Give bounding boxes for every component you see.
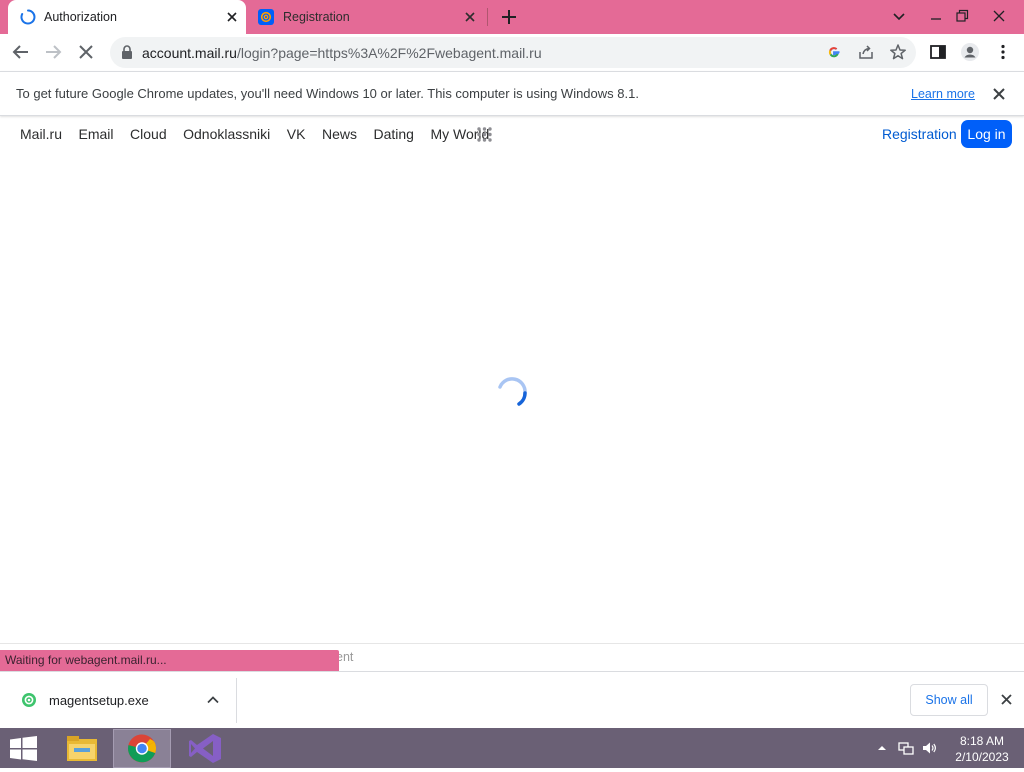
tab-divider xyxy=(487,8,488,26)
address-bar[interactable]: account.mail.ru/login?page=https%3A%2F%2… xyxy=(110,37,916,68)
clock-time: 8:18 AM xyxy=(959,734,1005,748)
registration-link[interactable]: Registration xyxy=(882,126,957,142)
chevron-up-icon[interactable] xyxy=(205,692,221,708)
shelf-divider xyxy=(236,678,237,723)
taskbar-visual-studio[interactable] xyxy=(177,730,233,767)
taskbar-file-explorer[interactable] xyxy=(54,730,110,767)
volume-icon[interactable] xyxy=(921,740,937,756)
infobar-message: To get future Google Chrome updates, you… xyxy=(16,86,639,101)
login-button[interactable]: Log in xyxy=(961,120,1012,148)
visual-studio-icon xyxy=(189,734,221,763)
tab-registration[interactable]: Registration xyxy=(252,0,488,34)
close-shelf-icon[interactable] xyxy=(998,691,1015,708)
forward-arrow-icon[interactable] xyxy=(43,42,63,62)
windows-taskbar: 8:18 AM 2/10/2023 xyxy=(0,728,1024,768)
nav-link-cloud[interactable]: Cloud xyxy=(130,126,167,142)
loading-spinner-icon xyxy=(20,9,36,25)
close-tab-icon[interactable] xyxy=(224,9,240,25)
taskbar-chrome[interactable] xyxy=(113,729,171,768)
download-filename[interactable]: magentsetup.exe xyxy=(49,693,149,708)
learn-more-link[interactable]: Learn more xyxy=(911,87,975,101)
mailru-portal-nav: Mail.ru Email Cloud Odnoklassniki VK New… xyxy=(0,117,1024,151)
url-path: /login?page=https%3A%2F%2Fwebagent.mail.… xyxy=(236,45,542,61)
portal-links: Mail.ru Email Cloud Odnoklassniki VK New… xyxy=(20,126,506,142)
close-tab-icon[interactable] xyxy=(462,9,478,25)
nav-link-vk[interactable]: VK xyxy=(287,126,306,142)
bookmark-star-icon[interactable] xyxy=(889,43,907,61)
download-file-icon[interactable] xyxy=(21,692,37,708)
clock-date: 2/10/2023 xyxy=(955,750,1009,764)
download-shelf: magentsetup.exe Show all xyxy=(0,671,1024,728)
close-window-icon[interactable] xyxy=(989,6,1009,26)
tab-label: Authorization xyxy=(44,10,117,24)
folder-icon xyxy=(67,736,97,761)
mailru-at-icon xyxy=(258,9,274,25)
side-panel-icon[interactable] xyxy=(928,42,948,62)
browser-toolbar: account.mail.ru/login?page=https%3A%2F%2… xyxy=(0,34,1024,71)
nav-link-news[interactable]: News xyxy=(322,126,357,142)
tab-authorization[interactable]: Authorization xyxy=(8,0,246,34)
new-tab-icon[interactable] xyxy=(499,7,519,27)
back-arrow-icon[interactable] xyxy=(11,42,31,62)
tab-search-chevron-icon[interactable] xyxy=(889,6,909,26)
chrome-icon xyxy=(128,734,157,763)
nav-link-mailru[interactable]: Mail.ru xyxy=(20,126,62,142)
nav-link-odnoklassniki[interactable]: Odnoklassniki xyxy=(183,126,270,142)
profile-avatar-icon[interactable] xyxy=(960,42,980,62)
network-icon[interactable] xyxy=(898,740,914,756)
restore-icon[interactable] xyxy=(952,6,972,26)
show-all-button[interactable]: Show all xyxy=(910,684,988,716)
show-hidden-icons-icon[interactable] xyxy=(874,740,890,756)
tab-strip: Authorization Registration xyxy=(0,0,1024,34)
all-projects-grid-icon[interactable] xyxy=(477,127,492,142)
update-infobar: To get future Google Chrome updates, you… xyxy=(0,71,1024,116)
close-infobar-icon[interactable] xyxy=(990,85,1008,103)
system-clock[interactable]: 8:18 AM 2/10/2023 xyxy=(948,733,1016,765)
url-text: account.mail.ru/login?page=https%3A%2F%2… xyxy=(142,45,542,61)
google-lens-icon[interactable] xyxy=(825,43,843,61)
windows-start-icon[interactable] xyxy=(9,736,38,761)
share-icon[interactable] xyxy=(857,43,875,61)
url-host: account.mail.ru xyxy=(142,45,237,61)
page-loading-spinner-icon xyxy=(498,377,527,406)
nav-link-dating[interactable]: Dating xyxy=(373,126,413,142)
minimize-icon[interactable] xyxy=(926,6,946,26)
tab-label: Registration xyxy=(283,10,350,24)
status-bubble: Waiting for webagent.mail.ru... xyxy=(0,650,339,671)
lock-icon[interactable] xyxy=(120,45,134,59)
nav-link-email[interactable]: Email xyxy=(79,126,114,142)
stop-loading-icon[interactable] xyxy=(76,42,96,62)
kebab-menu-icon[interactable] xyxy=(993,42,1013,62)
